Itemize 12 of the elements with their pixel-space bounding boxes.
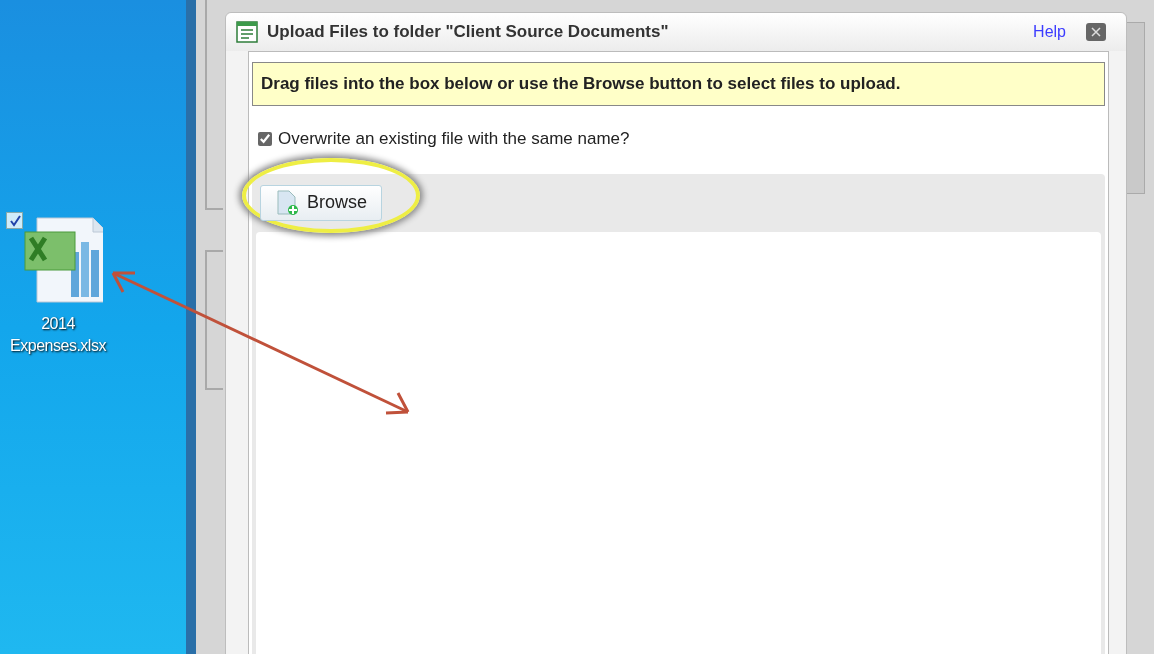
browse-button[interactable]: Browse xyxy=(260,184,383,221)
close-icon xyxy=(1091,27,1101,37)
form-icon xyxy=(236,21,258,43)
help-link[interactable]: Help xyxy=(1033,20,1066,44)
overwrite-checkbox[interactable] xyxy=(258,131,272,146)
dialog-title: Upload Files to folder "Client Source Documents" xyxy=(267,21,670,44)
file-name: 2014 Expenses.xlsx xyxy=(9,314,107,356)
close-button[interactable] xyxy=(1086,23,1106,41)
selection-checkbox[interactable] xyxy=(6,212,23,229)
add-file-icon xyxy=(275,189,299,216)
checkbox-label: Overwrite an existing file with the same name? xyxy=(278,128,630,150)
instruction-banner: Drag files into the box below or use the Browse button to select files to upload. xyxy=(252,62,1105,106)
